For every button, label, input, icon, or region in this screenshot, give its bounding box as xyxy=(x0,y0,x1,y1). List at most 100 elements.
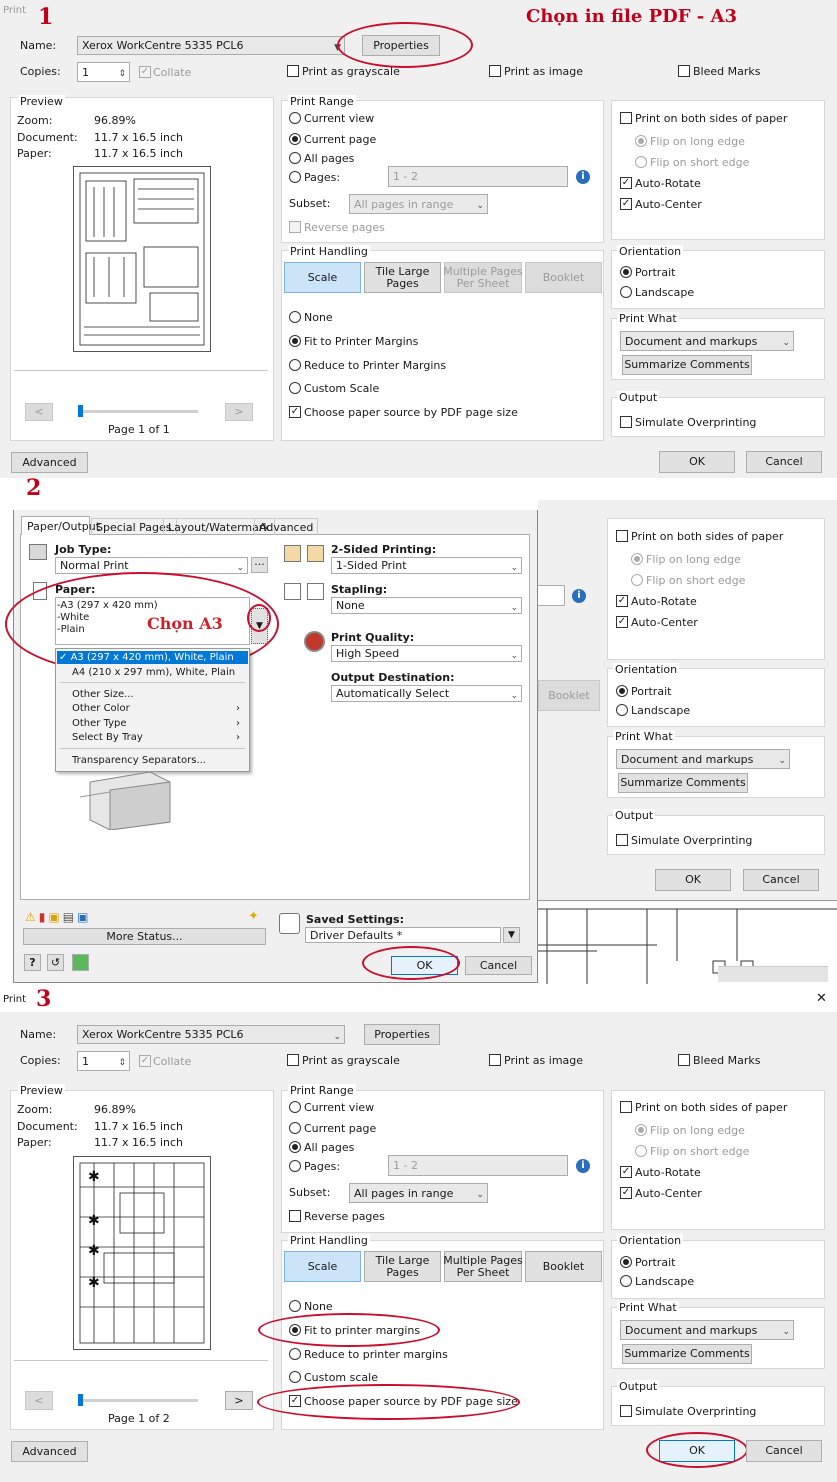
booklet-button[interactable]: Booklet xyxy=(525,1251,602,1282)
pages-radio[interactable] xyxy=(289,1160,301,1172)
flip-short-radio[interactable] xyxy=(635,156,647,168)
multiple-pages-button[interactable]: Multiple Pages Per Sheet xyxy=(443,262,523,293)
page-slider-thumb[interactable] xyxy=(78,1394,83,1406)
current-page-radio[interactable] xyxy=(289,133,301,145)
stapling-select[interactable]: None ⌄ xyxy=(331,597,522,614)
portrait-radio[interactable] xyxy=(620,1256,632,1268)
bg-flip-long-radio[interactable] xyxy=(631,553,643,565)
grayscale-checkbox[interactable] xyxy=(287,1054,299,1066)
cancel-button[interactable]: Cancel xyxy=(746,1440,822,1462)
xerox-cancel-button[interactable]: Cancel xyxy=(465,956,532,975)
bg-booklet-button[interactable]: Booklet xyxy=(538,680,600,711)
auto-center-checkbox[interactable]: ✓ xyxy=(620,1187,632,1199)
restore-defaults-button[interactable]: ↺ xyxy=(47,954,64,971)
overprint-checkbox[interactable] xyxy=(620,1405,632,1417)
reverse-pages-checkbox[interactable] xyxy=(289,1210,301,1222)
ok-button[interactable]: OK xyxy=(659,451,735,473)
both-sides-checkbox[interactable] xyxy=(620,1101,632,1113)
as-image-checkbox[interactable] xyxy=(489,1054,501,1066)
scale-none-radio[interactable] xyxy=(289,1300,301,1312)
menu-item-transparency[interactable]: Transparency Separators... xyxy=(72,754,206,767)
current-view-radio[interactable] xyxy=(289,112,301,124)
tile-pages-button[interactable]: Tile Large Pages xyxy=(364,1251,441,1282)
saved-settings-select[interactable]: Driver Defaults * xyxy=(305,927,501,943)
custom-scale-radio[interactable] xyxy=(289,1371,301,1383)
eco-button[interactable] xyxy=(72,954,89,971)
advanced-button[interactable]: Advanced xyxy=(11,452,88,473)
booklet-button[interactable]: Booklet xyxy=(525,262,602,293)
all-pages-radio[interactable] xyxy=(289,152,301,164)
scale-tab-button[interactable]: Scale xyxy=(284,262,361,293)
bg-print-what-select[interactable]: Document and markups ⌄ xyxy=(616,749,790,769)
pages-input[interactable]: 1 - 2 xyxy=(388,166,568,187)
prev-page-button[interactable]: < xyxy=(25,403,53,421)
portrait-radio[interactable] xyxy=(620,266,632,278)
bleed-checkbox[interactable] xyxy=(678,65,690,77)
lightbulb-icon[interactable]: ✦ xyxy=(248,909,259,924)
menu-item-other-color[interactable]: Other Color xyxy=(72,702,130,715)
reduce-margins-radio[interactable] xyxy=(289,1348,301,1360)
prev-page-button[interactable]: < xyxy=(25,1391,53,1410)
auto-rotate-checkbox[interactable]: ✓ xyxy=(620,1166,632,1178)
status-icons[interactable]: ⚠ ▮ ▣ ▤ ▣ xyxy=(25,910,111,924)
page-slider-track[interactable] xyxy=(78,1399,198,1402)
bg-auto-rotate-checkbox[interactable]: ✓ xyxy=(616,595,628,607)
menu-item-other-size[interactable]: Other Size... xyxy=(72,688,134,701)
info-icon[interactable]: i xyxy=(576,1159,590,1173)
collate-checkbox[interactable]: ✓ xyxy=(139,1055,151,1067)
flip-long-radio[interactable] xyxy=(635,135,647,147)
flip-long-radio[interactable] xyxy=(635,1124,647,1136)
current-view-radio[interactable] xyxy=(289,1101,301,1113)
copies-field[interactable]: 1 ⇕ xyxy=(77,1051,130,1071)
scale-tab-button[interactable]: Scale xyxy=(284,1251,361,1282)
grayscale-checkbox[interactable] xyxy=(287,65,299,77)
summarize-button[interactable]: Summarize Comments xyxy=(622,1344,752,1364)
as-image-checkbox[interactable] xyxy=(489,65,501,77)
bg-overprint-checkbox[interactable] xyxy=(616,834,628,846)
close-icon[interactable]: ✕ xyxy=(816,991,827,1006)
cancel-button[interactable]: Cancel xyxy=(746,451,822,473)
scale-none-radio[interactable] xyxy=(289,311,301,323)
more-status-button[interactable]: More Status... xyxy=(23,928,266,945)
print-what-select[interactable]: Document and markups ⌄ xyxy=(620,1320,794,1340)
bg-portrait-radio[interactable] xyxy=(616,685,628,697)
menu-item-a3[interactable]: ✓ A3 (297 x 420 mm), White, Plain xyxy=(57,651,248,664)
advanced-button[interactable]: Advanced xyxy=(11,1441,88,1462)
info-icon[interactable]: i xyxy=(576,170,590,184)
custom-scale-radio[interactable] xyxy=(289,382,301,394)
overprint-checkbox[interactable] xyxy=(620,416,632,428)
view-mode-icons[interactable] xyxy=(718,966,828,982)
auto-rotate-checkbox[interactable]: ✓ xyxy=(620,177,632,189)
landscape-radio[interactable] xyxy=(620,1275,632,1287)
menu-item-select-tray[interactable]: Select By Tray xyxy=(72,731,143,744)
next-page-button[interactable]: > xyxy=(225,403,253,421)
print-what-select[interactable]: Document and markups ⌄ xyxy=(620,331,794,351)
reduce-margins-radio[interactable] xyxy=(289,359,301,371)
both-sides-checkbox[interactable] xyxy=(620,112,632,124)
bleed-checkbox[interactable] xyxy=(678,1054,690,1066)
bg-auto-center-checkbox[interactable]: ✓ xyxy=(616,616,628,628)
pages-radio[interactable] xyxy=(289,171,301,183)
auto-center-checkbox[interactable]: ✓ xyxy=(620,198,632,210)
flip-short-radio[interactable] xyxy=(635,1145,647,1157)
reverse-pages-checkbox[interactable] xyxy=(289,221,301,233)
bg-ok-button[interactable]: OK xyxy=(655,869,731,891)
copies-field[interactable]: 1 ⇕ xyxy=(77,62,130,82)
printer-select[interactable]: Xerox WorkCentre 5335 PCL6 ▼ xyxy=(77,36,345,55)
tab-paper-output[interactable]: Paper/Output xyxy=(21,516,100,536)
subset-select[interactable]: All pages in range ⌄ xyxy=(349,194,488,214)
tab-advanced[interactable]: Advanced xyxy=(254,518,319,536)
two-sided-select[interactable]: 1-Sided Print ⌄ xyxy=(331,557,522,574)
page-slider-thumb[interactable] xyxy=(78,405,83,417)
quality-select[interactable]: High Speed ⌄ xyxy=(331,645,522,662)
pages-input[interactable]: 1 - 2 xyxy=(388,1155,568,1176)
fit-margins-radio[interactable] xyxy=(289,335,301,347)
menu-item-a4[interactable]: A4 (210 x 297 mm), White, Plain xyxy=(72,666,235,679)
menu-item-other-type[interactable]: Other Type xyxy=(72,717,127,730)
destination-select[interactable]: Automatically Select ⌄ xyxy=(331,685,522,702)
bg-both-sides-checkbox[interactable] xyxy=(616,530,628,542)
current-page-radio[interactable] xyxy=(289,1122,301,1134)
landscape-radio[interactable] xyxy=(620,286,632,298)
bg-flip-short-radio[interactable] xyxy=(631,574,643,586)
collate-checkbox[interactable]: ✓ xyxy=(139,66,151,78)
